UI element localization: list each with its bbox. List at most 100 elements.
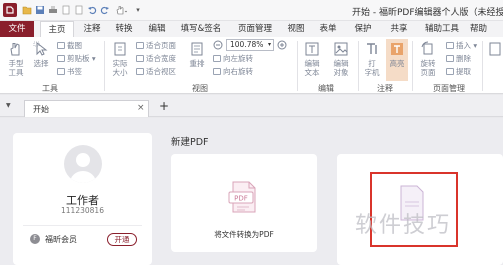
select-label: 选择 <box>33 59 49 68</box>
pdf-badge-text: PDF <box>234 195 248 203</box>
typewriter-button[interactable]: 打 字机 <box>362 41 382 77</box>
edit-object-icon <box>334 42 348 56</box>
delete-icon <box>446 55 454 62</box>
hand-tool-button[interactable]: 手型 工具 <box>5 41 27 77</box>
tab-view[interactable]: 视图 <box>283 21 309 37</box>
rotate-left-icon <box>213 55 221 62</box>
edit-object-button[interactable]: 编辑 对象 <box>328 41 354 77</box>
fit-page-button[interactable]: 适合页面 <box>136 40 176 51</box>
ribbon-separator <box>412 41 413 91</box>
screenshot-icon <box>57 42 65 49</box>
redo-icon[interactable] <box>99 4 111 16</box>
zoom-out-button[interactable] <box>213 40 223 52</box>
clipboard-label: 剪贴板 <box>67 54 90 63</box>
hand-icon <box>10 43 20 56</box>
zoom-in-icon <box>277 40 287 50</box>
tab-edit[interactable]: 编辑 <box>143 21 171 37</box>
fit-visible-icon <box>136 68 144 75</box>
highlight-button[interactable]: 高亮 <box>386 39 408 81</box>
customize-quick-access-icon[interactable]: ▾ <box>132 4 144 16</box>
zoom-value: 100.78% <box>230 40 264 49</box>
fit-width-label: 适合宽度 <box>146 54 176 63</box>
tab-home[interactable]: 主页 <box>40 21 74 38</box>
rotate-left-label: 向左旋转 <box>223 54 253 63</box>
group-label-comment: 注释 <box>377 84 393 93</box>
tab-list-dropdown-icon[interactable]: ▼ <box>6 102 11 109</box>
app-logo-icon[interactable] <box>3 3 17 17</box>
close-tab-icon[interactable]: × <box>137 103 145 113</box>
title-bar: ▾ 开始 - 福昕PDF编辑器个人版（未经授权的产品 <box>0 0 503 21</box>
tab-fill-sign[interactable]: 填写&签名 <box>176 21 226 37</box>
group-label-page-management: 页面管理 <box>433 84 465 93</box>
edit-text-icon <box>305 42 319 56</box>
tab-share[interactable]: 共享 <box>386 21 412 37</box>
actual-size-button[interactable]: 实际 大小 <box>109 41 131 77</box>
zoom-in-button[interactable] <box>277 40 287 52</box>
ribbon-separator <box>104 41 105 91</box>
user-id: 111230816 <box>61 206 104 215</box>
rotate-left-button[interactable]: 向左旋转 <box>213 53 253 64</box>
bookmark-icon <box>57 68 65 75</box>
ribbon-separator <box>297 41 298 91</box>
tab-comment[interactable]: 注释 <box>78 21 106 37</box>
actual-size-icon <box>114 42 126 56</box>
screenshot-label: 截图 <box>67 41 82 50</box>
delete-label: 删除 <box>456 54 471 63</box>
blank-page-icon[interactable] <box>60 4 72 16</box>
document-tab-bar: ▼ 开始 × + <box>0 95 503 117</box>
avatar[interactable] <box>64 145 102 183</box>
actual-size-label: 实际 大小 <box>112 59 128 77</box>
zoom-out-icon <box>213 40 223 50</box>
insert-page-button[interactable]: 插入 ▾ <box>446 40 477 51</box>
rotate-page-icon <box>421 41 433 55</box>
doc-tab-label: 开始 <box>33 105 49 114</box>
extract-page-button[interactable]: 提取 <box>446 66 471 77</box>
insert-icon <box>446 42 454 49</box>
ribbon-tab-bar: 文件 主页 注释 转换 编辑 填写&签名 页面管理 视图 表单 保护 共享 辅助… <box>0 21 503 38</box>
rotate-page-button[interactable]: 旋转 页面 <box>416 41 440 77</box>
fit-width-button[interactable]: 适合宽度 <box>136 53 176 64</box>
print-icon[interactable] <box>47 4 59 16</box>
rotate-right-button[interactable]: 向右旋转 <box>213 66 253 77</box>
rotate-right-icon <box>213 68 221 75</box>
tab-help[interactable]: 帮助 <box>470 21 503 37</box>
fit-page-icon <box>136 42 144 49</box>
open-file-icon[interactable] <box>21 4 33 16</box>
bookmark-label: 书签 <box>67 67 82 76</box>
edit-object-label: 编辑 对象 <box>333 59 349 77</box>
bookmark-button[interactable]: 书签 <box>57 66 82 77</box>
edit-text-button[interactable]: 编辑 文本 <box>301 41 323 77</box>
tab-file[interactable]: 文件 <box>0 21 34 37</box>
tab-convert[interactable]: 转换 <box>110 21 138 37</box>
typewriter-label: 打 字机 <box>364 59 380 77</box>
overflow-tool-icon[interactable] <box>488 41 502 57</box>
typewriter-icon <box>367 43 377 54</box>
activate-membership-button[interactable]: 开通 <box>107 233 137 246</box>
window-title: 开始 - 福昕PDF编辑器个人版（未经授权的产品 <box>352 8 503 18</box>
zoom-select[interactable]: 100.78% ▾ <box>226 39 274 51</box>
member-badge-icon: F <box>30 234 40 244</box>
doc-tab-start[interactable]: 开始 × <box>24 100 149 117</box>
extract-icon <box>446 68 454 75</box>
pdf-file-icon: PDF <box>228 181 256 213</box>
tab-accessibility[interactable]: 辅助工具 <box>420 21 464 37</box>
tab-form[interactable]: 表单 <box>315 21 341 37</box>
clipboard-button[interactable]: 剪贴板 ▾ <box>57 53 96 64</box>
screenshot-button[interactable]: 截图 <box>57 40 82 51</box>
delete-page-button[interactable]: 删除 <box>446 53 471 64</box>
undo-icon[interactable] <box>86 4 98 16</box>
clipboard-icon <box>57 55 65 62</box>
reflow-button[interactable]: 重排 <box>186 41 208 68</box>
tab-protect[interactable]: 保护 <box>350 21 376 37</box>
new-tab-button[interactable]: + <box>159 99 169 113</box>
select-button[interactable]: 选择 <box>30 41 52 68</box>
ribbon-separator <box>358 41 359 91</box>
convert-to-pdf-card[interactable]: PDF 将文件转换为PDF <box>171 154 317 252</box>
hand-tool-quick-icon[interactable] <box>112 4 130 16</box>
fit-visible-button[interactable]: 适合视区 <box>136 66 176 77</box>
rotate-page-label: 旋转 页面 <box>420 59 436 77</box>
save-icon[interactable] <box>34 4 46 16</box>
tab-page-management[interactable]: 页面管理 <box>234 21 276 37</box>
page-icon[interactable] <box>73 4 85 16</box>
group-label-view: 视图 <box>192 84 208 93</box>
